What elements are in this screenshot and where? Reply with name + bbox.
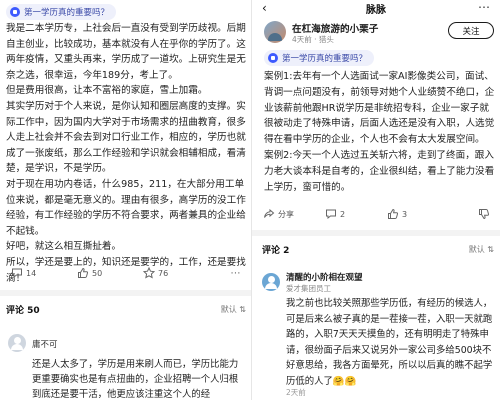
topic-tag-label: 第一学历真的重要吗？ [24, 8, 110, 18]
comment-count: 14 [26, 268, 37, 278]
thumbs-up-icon [76, 267, 89, 280]
left-post-panel: 第一学历真的重要吗？ 我是二本学历专，上社会后一直没有受到学历歧视。后期自主创业… [0, 0, 252, 400]
thumbs-up-icon [386, 208, 399, 221]
page-title: 脉脉 [366, 4, 386, 16]
share-icon [262, 208, 275, 221]
topic-tag[interactable]: 第一学历真的重要吗？ [6, 4, 117, 20]
comments-count-label: 评论 50 [6, 306, 40, 316]
sort-dropdown[interactable]: 默认 ⇅ [221, 304, 246, 315]
share-button[interactable]: 分享 [262, 208, 320, 221]
comment-text: 还是人太多了，学历是用来刷人而已，学历比能力更重要确实也是有点扭曲的，企业招聘一… [32, 359, 239, 400]
comment-button[interactable]: 2 [324, 208, 382, 221]
post-paragraph: 对于现在用功内卷话，什么985，211，在大部分用工单位来说，都是毫无意义的。理… [6, 178, 246, 237]
star-icon [142, 267, 155, 280]
sort-label: 默认 [220, 305, 237, 314]
author-avatar[interactable] [264, 21, 286, 43]
topic-tag[interactable]: 第一学历真的重要吗？ [264, 50, 375, 66]
comment-button[interactable]: 14 [10, 267, 70, 280]
topic-icon [268, 53, 278, 63]
section-divider [0, 290, 251, 296]
sort-dropdown[interactable]: 默认 ⇅ [469, 244, 494, 255]
post-paragraph: 但是费用很高，让本不富裕的家庭，雪上加霜。 [6, 85, 208, 97]
back-icon[interactable]: ‹ [262, 1, 267, 15]
like-button[interactable]: 50 [76, 267, 136, 280]
sort-icon: ⇅ [487, 245, 494, 254]
comment-icon [10, 267, 23, 280]
more-icon[interactable]: ⋯ [478, 0, 490, 14]
thumbs-down-icon [477, 208, 490, 221]
post-paragraph: 我是二本学历专，上社会后一直没有受到学历歧视。后期自主创业，比较成功，基本就没有… [6, 23, 246, 81]
comment-icon [324, 208, 337, 221]
comment-author[interactable]: 庸不可 [32, 338, 58, 350]
section-divider [252, 230, 500, 236]
avatar[interactable] [262, 273, 280, 291]
comments-header: 评论 50 默认 ⇅ [6, 303, 246, 316]
right-post-panel: ‹ 脉脉 ⋯ 在杠海旅游的小栗子 4天前 · 猎头 关注 第一学历真的重要吗？ … [252, 0, 500, 400]
share-label: 分享 [278, 209, 294, 219]
comment-text: 我之前也比较关照那些学历低，有经历的候选人，可是后来么被子真的是一茬接一茬，入职… [286, 298, 493, 387]
comment-author-company: 爱才集团员工 [286, 284, 331, 293]
topic-icon [10, 7, 20, 17]
like-count: 50 [92, 268, 103, 278]
comment-author[interactable]: 清醒的小阶相在观望 [286, 271, 363, 283]
comments-header: 评论 2 默认 ⇅ [262, 243, 494, 256]
sort-icon: ⇅ [239, 305, 246, 314]
comment-count: 2 [340, 209, 346, 219]
like-button[interactable]: 3 [386, 208, 444, 221]
sort-label: 默认 [468, 245, 485, 254]
avatar[interactable] [8, 334, 26, 352]
comment-timestamp: 2天前 [286, 388, 306, 397]
post-paragraph: 案例2:今天一个人选过五关斩六将，走到了终面，跟入力老大谈本科是自考的，企业很纠… [264, 149, 495, 193]
favorite-button[interactable]: 76 [142, 267, 202, 280]
comments-count-label: 评论 2 [262, 246, 290, 256]
author-meta: 4天前 · 猎头 [292, 35, 334, 44]
author-name[interactable]: 在杠海旅游的小栗子 [292, 21, 378, 35]
dislike-button[interactable] [477, 208, 490, 221]
favorite-count: 76 [158, 268, 169, 278]
post-paragraph: 其实学历对于个人来说，是你认知和圈层高度的支撑。实际工作中，因为国内大学对于市场… [6, 100, 246, 175]
follow-button[interactable]: 关注 [448, 22, 494, 39]
topic-tag-label: 第一学历真的重要吗？ [282, 54, 368, 64]
header-bar: ‹ 脉脉 ⋯ [252, 0, 500, 16]
post-action-bar: 分享 2 3 [252, 203, 500, 225]
like-count: 3 [402, 209, 408, 219]
post-paragraph: 好吧，就这么相互撕扯着。 [6, 241, 122, 253]
more-actions-button[interactable]: ⋯ [229, 267, 242, 280]
more-icon: ⋯ [230, 267, 241, 279]
post-body: 我是二本学历专，上社会后一直没有受到学历歧视。后期自主创业，比较成功，基本就没有… [6, 21, 248, 286]
post-action-bar: 14 50 76 ⋯ [0, 262, 251, 284]
post-paragraph: 案例1:去年有一个人选面试一家AI影像类公司，面试、背调一点问题没有，前领导对她… [264, 71, 495, 146]
post-body: 案例1:去年有一个人选面试一家AI影像类公司，面试、背调一点问题没有，前领导对她… [264, 69, 496, 195]
